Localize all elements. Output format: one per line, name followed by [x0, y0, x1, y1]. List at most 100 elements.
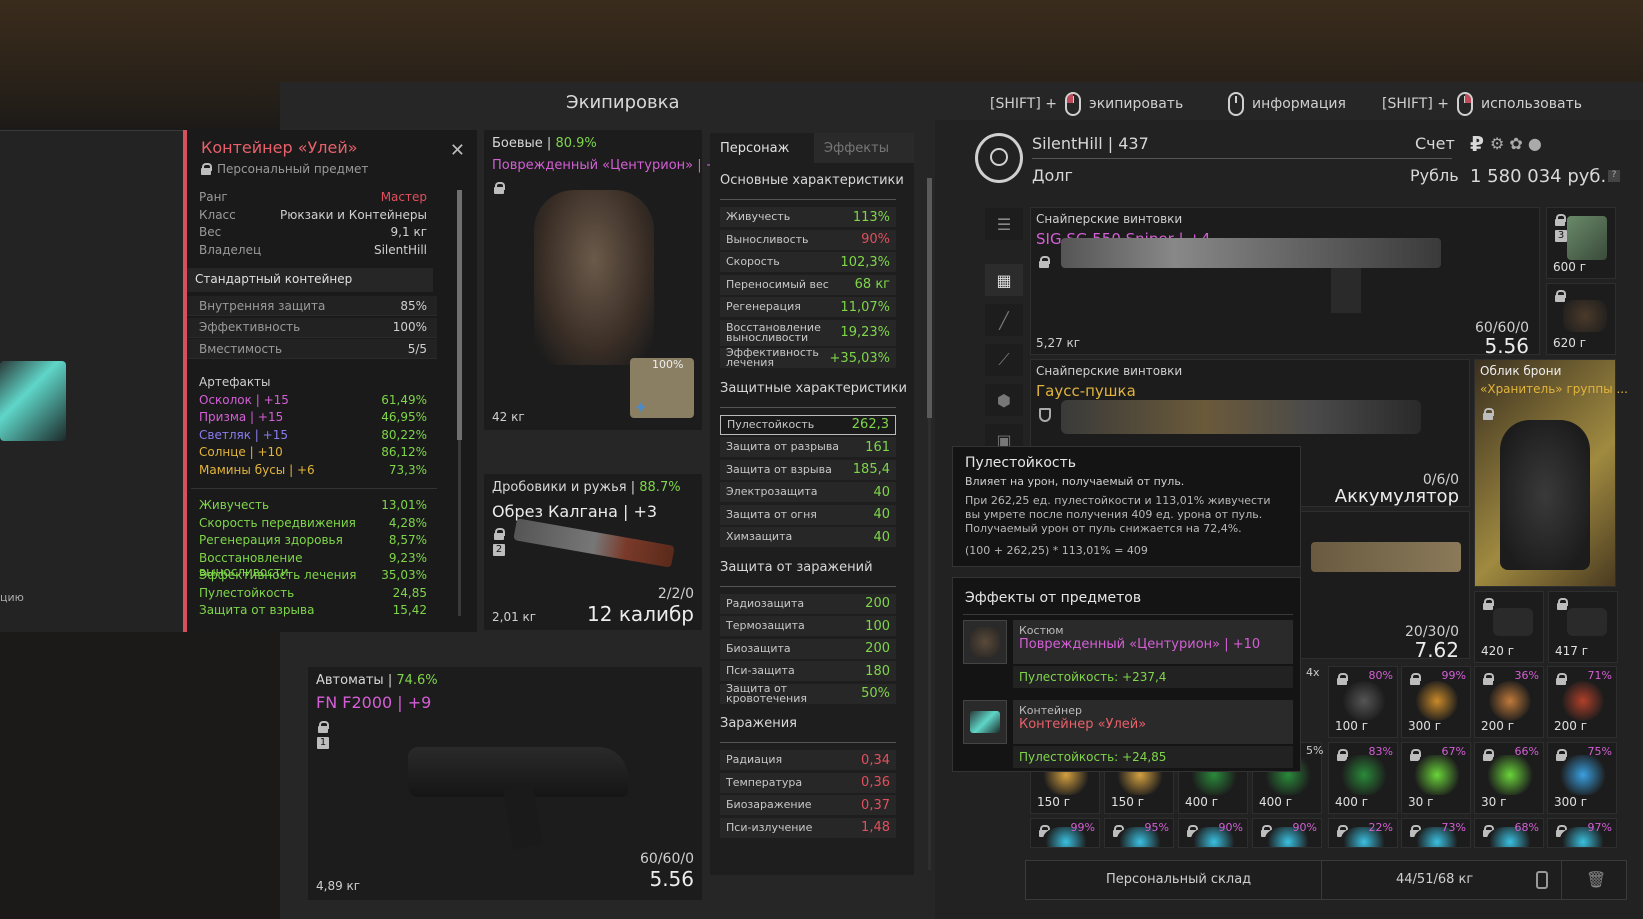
help-icon[interactable]: ? [1608, 170, 1620, 182]
inv-slot[interactable]: 68% [1474, 818, 1544, 848]
inv-slot[interactable]: 22% [1328, 818, 1398, 848]
armor-skin-category: Облик брони [1480, 364, 1562, 378]
armor-card[interactable]: Боевые | 80.9% Поврежденный «Центурион» … [484, 130, 737, 430]
artifact-name: Призма | +15 [199, 410, 284, 424]
rifle-weight: 4,89 кг [316, 879, 361, 893]
shotgun-category: Дробовики и ружья | 88.7% [492, 480, 681, 495]
armor-durability: 100% [652, 358, 684, 371]
stat-value: 262,3 [851, 417, 889, 432]
slot-durability: 66% [1514, 745, 1539, 758]
slot-durability: 97% [1587, 821, 1612, 834]
cut-text: цию [0, 591, 24, 604]
trash-icon[interactable]: 🗑 [1586, 870, 1606, 889]
bonus-name: Пулестойкость [199, 585, 295, 600]
inv-slot[interactable]: 90% [1252, 818, 1322, 848]
stat-row: Скорость 102,3% [720, 252, 896, 272]
weapon-slot-3[interactable]: 20/30/0 7.62 [1300, 511, 1470, 662]
weapon-slot-sig[interactable]: Снайперские винтовки SIG SG 550 Sniper |… [1030, 207, 1540, 358]
rifle-category: Автоматы | 74.6% [316, 673, 438, 688]
stat-row[interactable]: Пулестойкость 262,3 [720, 414, 896, 435]
partial-label: 5% [1306, 744, 1324, 757]
personal-storage-bar[interactable]: Персональный склад 44/51/68 кг 🗑 [1025, 860, 1627, 900]
tab-character[interactable]: Персонаж [710, 133, 814, 163]
slot-weight: 150 г [1111, 795, 1145, 809]
inv-slot[interactable]: 36% 200 г [1474, 666, 1544, 738]
inv-slot[interactable]: 83% 400 г [1328, 742, 1398, 814]
inv-slot[interactable]: 90% [1178, 818, 1248, 848]
artifact-value: 73,3% [388, 462, 427, 477]
knife-filter-icon[interactable]: ⟋ [985, 344, 1023, 376]
item-effects-panel: Эффекты от предметов Костюм Поврежденный… [952, 577, 1301, 772]
shotgun-card[interactable]: Дробовики и ружья | 88.7% Обрез Калгана … [484, 474, 702, 630]
stats-divider [720, 199, 896, 200]
stat-value: 40 [873, 484, 890, 500]
slot-weight: 300 г [1408, 719, 1442, 733]
container-image [0, 361, 66, 441]
info-scroll-thumb[interactable] [457, 190, 462, 440]
slot-weight: 400 г [1335, 795, 1369, 809]
stat-row: Биозаражение 0,37 [720, 795, 896, 815]
suit-thumb-icon [963, 620, 1007, 664]
close-icon[interactable]: ✕ [450, 140, 465, 161]
slot-weight: 200 г [1481, 719, 1515, 733]
bonus-name: Регенерация здоровья [199, 533, 343, 547]
inv-slot[interactable]: 67% 30 г [1401, 742, 1471, 814]
info-prop-value: Мастер [380, 190, 427, 204]
tab-effects[interactable]: Эффекты [814, 133, 914, 163]
stat-value: 11,07% [840, 299, 890, 315]
lock-icon [1483, 598, 1494, 610]
stats-scroll-thumb[interactable] [927, 178, 932, 418]
stats-panel: Персонаж Эффекты Основные характеристики… [710, 133, 914, 875]
rifle-pct: 74.6% [396, 673, 438, 688]
effect-box: Костюм Поврежденный «Центурион» | +10 [1013, 620, 1293, 664]
bonus-name: Скорость передвижения [199, 515, 356, 530]
inv-slot[interactable]: 73% [1401, 818, 1471, 848]
stat-key: Выносливость [726, 232, 809, 246]
rifle-card[interactable]: Автоматы | 74.6% FN F2000 | +9 1 60/60/0… [308, 667, 702, 900]
armor-skin-slot[interactable]: Облик брони «Хранитель» группы ... [1474, 359, 1628, 587]
weapon-filter-icon[interactable]: ╱ [985, 304, 1023, 336]
inv-slot[interactable]: 99% 300 г [1401, 666, 1471, 738]
list-view-icon[interactable]: ☰ [985, 208, 1023, 240]
lock-icon [1483, 673, 1494, 685]
armor-filter-icon[interactable]: ⬢ [985, 384, 1023, 416]
stat-value: 19,23% [840, 325, 890, 340]
inv-slot[interactable]: 75% 300 г [1547, 742, 1617, 814]
info-prop-row: Вес 9,1 кг [187, 225, 437, 242]
stat-value: 40 [873, 529, 890, 545]
inv-slot[interactable]: 71% 200 г [1547, 666, 1617, 738]
inv-slot[interactable]: 417 г [1548, 591, 1618, 663]
effect-bonus: Пулестойкость: +237,4 [1013, 666, 1293, 688]
hint-info-label: информация [1252, 96, 1346, 112]
armor-name: Поврежденный «Центурион» | +1... [492, 158, 738, 173]
artifact-image [1416, 681, 1458, 721]
slot-durability: 36% [1514, 669, 1539, 682]
stat-row: Радиация 0,34 [720, 750, 896, 770]
effect-type: Костюм [1019, 624, 1064, 637]
stat-value: 90% [861, 232, 890, 247]
tooltip-title: Пулестойкость [965, 455, 1077, 471]
inv-slot[interactable]: 95% [1104, 818, 1174, 848]
inv-slot[interactable]: 66% 30 г [1474, 742, 1544, 814]
side-item-2[interactable]: 620 г [1546, 283, 1616, 355]
stat-value: 200 [865, 641, 890, 656]
inv-slot[interactable]: 99% [1030, 818, 1100, 848]
container-stat-value: 100% [392, 320, 427, 334]
inv-slot[interactable]: 97% [1547, 818, 1617, 848]
stat-value: 68 кг [854, 277, 890, 292]
hint-equip-label: экипировать [1089, 96, 1184, 112]
inv-slot[interactable]: 80% 100 г [1328, 666, 1398, 738]
slot-durability: 99% [1441, 669, 1466, 682]
effect-box: Контейнер Контейнер «Улей» [1013, 700, 1293, 744]
slot-weight: 100 г [1335, 719, 1369, 733]
stat-value: 0,34 [861, 752, 890, 768]
inv-slot[interactable]: 420 г [1474, 591, 1544, 663]
container-stat-value: 85% [400, 298, 427, 313]
left-mouse-icon [1065, 92, 1082, 116]
side-item-1[interactable]: 3 600 г [1546, 207, 1616, 279]
slot-durability: 73% [1441, 821, 1466, 834]
currency-icons[interactable]: ⚙ ✿ ● [1490, 134, 1542, 153]
grid-view-icon[interactable]: ▦ [985, 264, 1023, 296]
ruble-icon[interactable]: ₽ [1470, 132, 1484, 156]
shotgun-name: Обрез Калгана | +3 [492, 502, 658, 521]
